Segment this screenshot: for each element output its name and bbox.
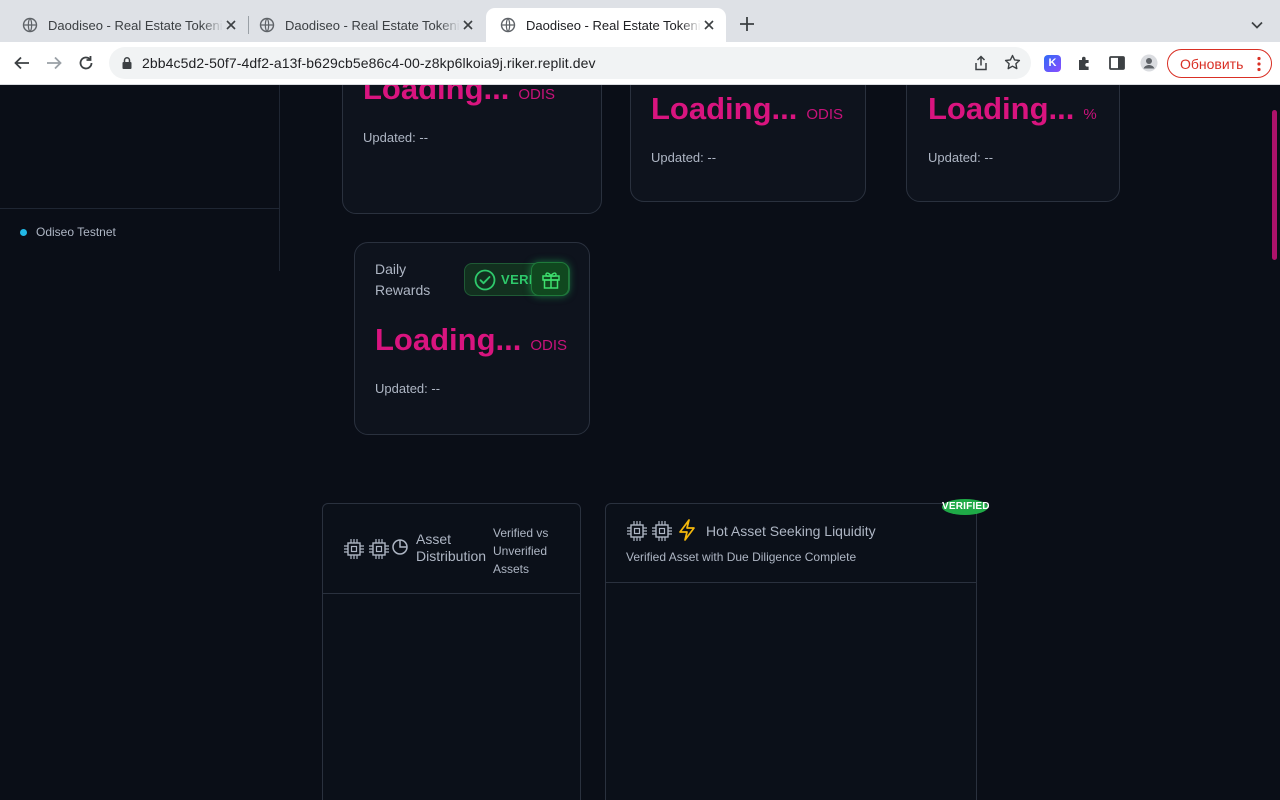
globe-icon	[22, 17, 38, 33]
check-circle-icon	[474, 269, 496, 290]
panel-header: Asset Distribution Verified vs Unverifie…	[323, 504, 580, 594]
lightning-bolt-icon	[679, 519, 695, 541]
stat-unit: %	[1083, 106, 1097, 123]
close-icon[interactable]	[461, 18, 475, 32]
stat-unit: ODIS	[518, 86, 556, 103]
pie-chart-icon	[392, 539, 408, 555]
chip-icon	[627, 521, 647, 541]
panel-subtitle: Verified vs Unverified Assets	[493, 526, 549, 576]
update-label: Обновить	[1180, 55, 1244, 72]
card-title: Daily Rewards	[375, 261, 431, 298]
browser-tab-1[interactable]: Daodiseo - Real Estate Tokenization	[8, 8, 248, 42]
tab-title: Daodiseo - Real Estate Tokenization	[285, 17, 460, 33]
chevron-down-icon[interactable]	[1250, 18, 1264, 32]
daily-rewards-card: Daily Rewards VERIFIED Loading... ODIS U…	[354, 242, 590, 435]
reload-icon[interactable]	[77, 54, 95, 72]
stat-unit: ODIS	[806, 106, 844, 123]
stat-unit: ODIS	[530, 337, 568, 354]
stat-value: Loading...	[651, 91, 798, 126]
extensions-puzzle-icon[interactable]	[1076, 54, 1094, 72]
back-arrow-icon[interactable]	[13, 54, 31, 72]
lock-icon[interactable]	[121, 56, 133, 70]
chip-icon	[652, 521, 672, 541]
stat-value: Loading...	[928, 91, 1075, 126]
share-icon[interactable]	[973, 55, 989, 71]
panel-header: Hot Asset Seeking Liquidity Verified Ass…	[606, 504, 976, 583]
extension-k-icon[interactable]: K	[1044, 55, 1061, 72]
profile-avatar-icon[interactable]	[1140, 54, 1158, 72]
more-vertical-icon	[1257, 56, 1261, 72]
panel-subtitle: Verified Asset with Due Diligence Comple…	[626, 550, 857, 564]
stat-updated: Updated: --	[651, 150, 717, 165]
stat-card-2: Loading... ODIS Updated: --	[630, 85, 866, 202]
chip-icon	[369, 539, 389, 559]
stat-updated: Updated: --	[363, 130, 429, 145]
browser-toolbar: 2bb4c5d2-50f7-4df2-a13f-b629cb5e86c4-00-…	[0, 42, 1280, 85]
stat-card-3: Loading... % Updated: --	[906, 85, 1120, 202]
hot-asset-panel: Hot Asset Seeking Liquidity Verified Ass…	[605, 503, 977, 800]
stat-card-1: Loading... ODIS Updated: --	[342, 85, 602, 214]
tab-title: Daodiseo - Real Estate Tokenization	[48, 17, 223, 33]
browser-tab-3-active[interactable]: Daodiseo - Real Estate Tokenization	[486, 8, 726, 42]
verified-badge: VERIFIED	[942, 499, 990, 515]
stat-value: Loading...	[375, 322, 522, 357]
browser-tab-strip: Daodiseo - Real Estate Tokenization Daod…	[0, 0, 1280, 42]
browser-tab-2[interactable]: Daodiseo - Real Estate Tokenization	[245, 8, 485, 42]
panel-title: Hot Asset Seeking Liquidity	[706, 523, 876, 539]
forward-arrow-icon[interactable]	[45, 54, 63, 72]
network-label: Odiseo Testnet	[36, 225, 116, 239]
panel-title: Asset Distribution	[416, 531, 487, 564]
close-icon[interactable]	[702, 18, 716, 32]
gift-icon	[542, 272, 560, 289]
globe-icon	[500, 17, 516, 33]
page-scrollbar[interactable]	[1272, 110, 1277, 260]
sidebar: Odiseo Testnet	[0, 85, 280, 271]
stat-updated: Updated: --	[375, 381, 441, 396]
claim-rewards-button[interactable]	[531, 262, 569, 296]
asset-distribution-panel: Asset Distribution Verified vs Unverifie…	[322, 503, 581, 800]
dashboard-page: Odiseo Testnet Loading... ODIS Updated: …	[0, 85, 1280, 800]
network-status-dot	[20, 228, 27, 236]
update-browser-button[interactable]: Обновить	[1167, 49, 1272, 78]
url-text[interactable]: 2bb4c5d2-50f7-4df2-a13f-b629cb5e86c4-00-…	[142, 55, 596, 71]
stat-value: Loading...	[363, 85, 510, 106]
chip-icon	[344, 539, 364, 559]
side-panel-icon[interactable]	[1108, 54, 1126, 72]
bookmark-star-icon[interactable]	[1004, 54, 1021, 71]
address-bar[interactable]: 2bb4c5d2-50f7-4df2-a13f-b629cb5e86c4-00-…	[109, 47, 1031, 79]
sidebar-divider	[0, 208, 280, 209]
globe-icon	[259, 17, 275, 33]
stat-updated: Updated: --	[928, 150, 994, 165]
new-tab-icon[interactable]	[738, 15, 756, 33]
tab-title: Daodiseo - Real Estate Tokenization	[526, 17, 701, 33]
close-icon[interactable]	[224, 18, 238, 32]
network-status: Odiseo Testnet	[20, 225, 116, 239]
